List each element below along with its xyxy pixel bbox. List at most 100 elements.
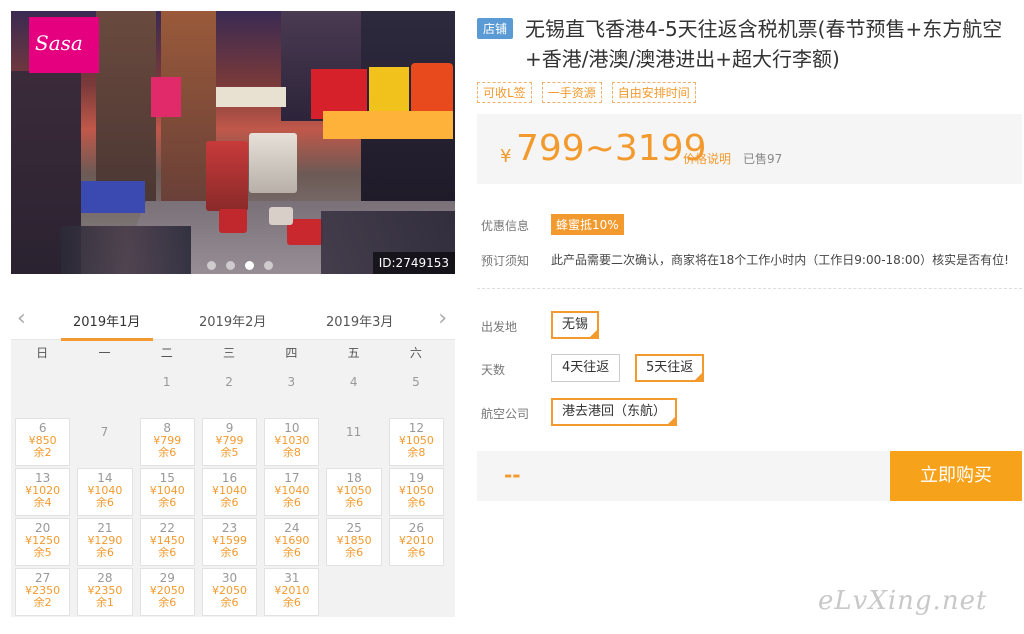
calendar-day-available[interactable]: 18 ¥1050 余6 (326, 468, 382, 516)
calendar-day-available[interactable]: 8 ¥799 余6 (139, 418, 195, 466)
month-tab-1[interactable]: 2019年1月 (73, 311, 140, 330)
feature-tag: 一手资源 (541, 82, 602, 103)
option-airline[interactable]: 港去港回（东航） (551, 398, 678, 426)
calendar-day-number: 22 (159, 521, 175, 535)
calendar-day-remaining: 余2 (33, 596, 52, 609)
calendar-day-number: 7 (100, 425, 109, 439)
weekday-label: 五 (347, 346, 360, 360)
chevron-right-icon[interactable]: › (438, 306, 447, 331)
total-price: -- (504, 463, 521, 487)
price-calendar: ‹ 2019年1月 2019年2月 2019年3月 › 日 一 二 三 四 五 … (11, 300, 455, 617)
calendar-day-available[interactable]: 12 ¥1050 余8 (388, 418, 445, 466)
calendar-day-number: 9 (225, 421, 234, 435)
calendar-day-available[interactable]: 14 ¥1040 余6 (77, 468, 133, 516)
photo-car (269, 207, 293, 225)
calendar-day-available[interactable]: 22 ¥1450 余6 (139, 518, 195, 566)
calendar-month-nav: ‹ 2019年1月 2019年2月 2019年3月 › (11, 300, 455, 341)
calendar-day-remaining: 余6 (345, 496, 364, 509)
carousel-dot-active[interactable] (245, 261, 254, 270)
feature-tags: 可收L签 一手资源 自由安排时间 (477, 82, 696, 103)
calendar-day: 4 (322, 367, 384, 417)
calendar-day-available[interactable]: 25 ¥1850 余6 (326, 518, 382, 566)
calendar-day: 2 (198, 367, 260, 417)
calendar-day-number: 30 (221, 571, 238, 585)
weekday-label: 三 (223, 346, 236, 360)
weekday-header: 日 一 二 三 四 五 六 (11, 340, 455, 367)
calendar-day-available[interactable]: 24 ¥1690 余6 (264, 518, 320, 566)
calendar-day-available[interactable]: 19 ¥1050 余6 (388, 468, 445, 516)
calendar-day-number: 21 (97, 521, 113, 535)
calendar-day-available[interactable]: 29 ¥2050 余6 (139, 568, 195, 616)
price-note-link[interactable]: 价格说明 (683, 150, 731, 167)
calendar-day-number: 10 (284, 421, 300, 435)
calendar-day-number: 12 (408, 421, 425, 435)
calendar-day-number: 1 (162, 375, 171, 389)
calendar-day-available[interactable]: 27 ¥2350 余2 (15, 568, 71, 616)
carousel-dot[interactable] (264, 261, 273, 270)
calendar-day (385, 567, 447, 617)
calendar-day-number: 18 (346, 471, 362, 485)
weekday-label: 二 (160, 346, 173, 360)
weekday-label: 一 (98, 346, 111, 360)
calendar-day-number: 29 (159, 571, 175, 585)
calendar-day-remaining: 余6 (158, 496, 177, 509)
calendar-day-remaining: 余6 (282, 546, 301, 559)
calendar-day-remaining: 余1 (95, 596, 114, 609)
carousel-dot[interactable] (207, 261, 216, 270)
calendar-day-remaining: 余6 (407, 496, 426, 509)
calendar-day-available[interactable]: 17 ¥1040 余6 (264, 468, 320, 516)
photo-sign-sasa: Sasa (29, 17, 99, 73)
calendar-day: 3 (260, 367, 322, 417)
calendar-day-available[interactable]: 16 ¥1040 余6 (201, 468, 258, 516)
calendar-day-number: 15 (159, 471, 175, 485)
calendar-day-number: 4 (349, 375, 358, 389)
calendar-day-number: 28 (97, 571, 113, 585)
promo-badge: 蜂蜜抵10% (551, 214, 624, 235)
option-days-5[interactable]: 5天往返 (635, 354, 705, 382)
calendar-day-available[interactable]: 30 ¥2050 余6 (201, 568, 258, 616)
calendar-day-available[interactable]: 26 ¥2010 余6 (388, 518, 445, 566)
calendar-day: 11 (322, 417, 384, 467)
carousel-dot[interactable] (226, 261, 235, 270)
chevron-left-icon[interactable]: ‹ (17, 306, 26, 331)
option-departure-wuxi[interactable]: 无锡 (551, 311, 600, 339)
weekday-label: 日 (36, 346, 49, 360)
month-tab-2[interactable]: 2019年2月 (199, 311, 266, 330)
calendar-day-number: 23 (221, 521, 238, 535)
divider (477, 288, 1022, 289)
calendar-day-available[interactable]: 23 ¥1599 余6 (201, 518, 258, 566)
calendar-day-available[interactable]: 13 ¥1020 余4 (15, 468, 71, 516)
calendar-day-remaining: 余8 (282, 446, 301, 459)
calendar-day-number: 2 (225, 375, 233, 389)
calendar-day-available[interactable]: 15 ¥1040 余6 (139, 468, 195, 516)
calendar-day-number: 27 (35, 571, 51, 585)
calendar-day-available[interactable]: 20 ¥1250 余5 (15, 518, 71, 566)
calendar-day-number: 14 (97, 471, 113, 485)
product-title-text: 无锡直飞香港4-5天往返含税机票(春节预售+东方航空+香港/港澳/澳港进出+超大… (525, 17, 1003, 71)
calendar-day-available[interactable]: 21 ¥1290 余6 (77, 518, 133, 566)
month-tab-3[interactable]: 2019年3月 (326, 311, 393, 330)
active-month-underline (61, 338, 153, 341)
photo-bus (206, 141, 248, 211)
calendar-day-available[interactable]: 6 ¥850 余2 (15, 418, 71, 466)
calendar-day-number: 24 (284, 521, 300, 535)
calendar-day-available[interactable]: 9 ¥799 余5 (201, 418, 258, 466)
calendar-day-number: 8 (163, 421, 172, 435)
calendar-day-remaining: 余6 (282, 496, 301, 509)
calendar-day-available[interactable]: 28 ¥2350 余1 (77, 568, 133, 616)
product-photo[interactable]: Sasa ID:2749153 (11, 11, 455, 274)
calendar-day-number: 26 (408, 521, 425, 535)
calendar-day-available[interactable]: 31 ¥2010 余6 (264, 568, 320, 616)
feature-tag: 可收L签 (477, 82, 532, 103)
option-days-4[interactable]: 4天往返 (551, 354, 621, 382)
watermark-logo: eLvXing.net (818, 586, 988, 616)
calendar-day-available[interactable]: 10 ¥1030 余8 (264, 418, 320, 466)
calendar-day-remaining: 余6 (282, 596, 301, 609)
calendar-day: 5 (385, 367, 447, 417)
photo-neon-sign (81, 181, 145, 213)
airline-label: 航空公司 (481, 407, 530, 421)
buy-now-button[interactable]: 立即购买 (890, 451, 1022, 501)
price-box: ¥ 799~3199 价格说明 已售97 (477, 114, 1022, 184)
sold-count: 已售97 (743, 152, 783, 166)
calendar-day-remaining: 余6 (220, 546, 239, 559)
